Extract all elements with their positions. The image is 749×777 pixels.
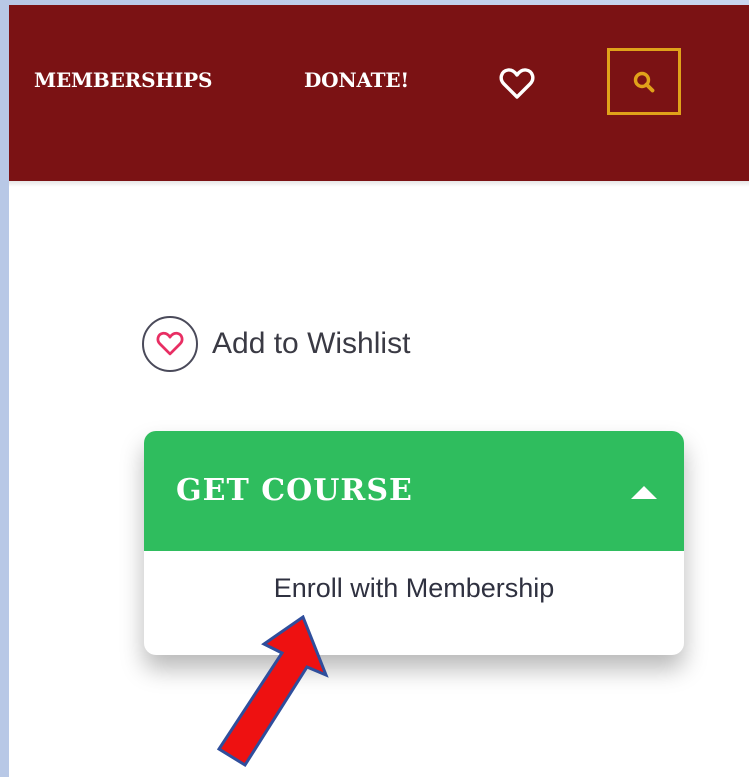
site-header: MEMBERSHIPS DONATE! — [9, 5, 749, 181]
get-course-label: GET COURSE — [176, 473, 413, 508]
get-course-button[interactable]: GET COURSE — [144, 431, 684, 551]
heart-icon — [156, 331, 184, 356]
wishlist-label: Add to Wishlist — [212, 327, 411, 360]
wishlist-nav-button[interactable] — [499, 67, 535, 101]
red-arrow-pointer — [216, 615, 329, 768]
heart-icon — [499, 68, 535, 99]
search-icon — [633, 71, 655, 92]
header-divider — [9, 181, 749, 187]
wishlist-icon-circle — [142, 316, 198, 372]
caret-up-icon — [631, 486, 657, 499]
nav-memberships-link[interactable]: MEMBERSHIPS — [34, 68, 212, 92]
page: MEMBERSHIPS DONATE! Add to Wishlist GET … — [9, 5, 749, 777]
enroll-option-label: Enroll with Membership — [273, 572, 555, 603]
nav-donate-link[interactable]: DONATE! — [304, 68, 409, 92]
search-button[interactable] — [607, 48, 681, 115]
add-to-wishlist-button[interactable]: Add to Wishlist — [142, 314, 410, 374]
